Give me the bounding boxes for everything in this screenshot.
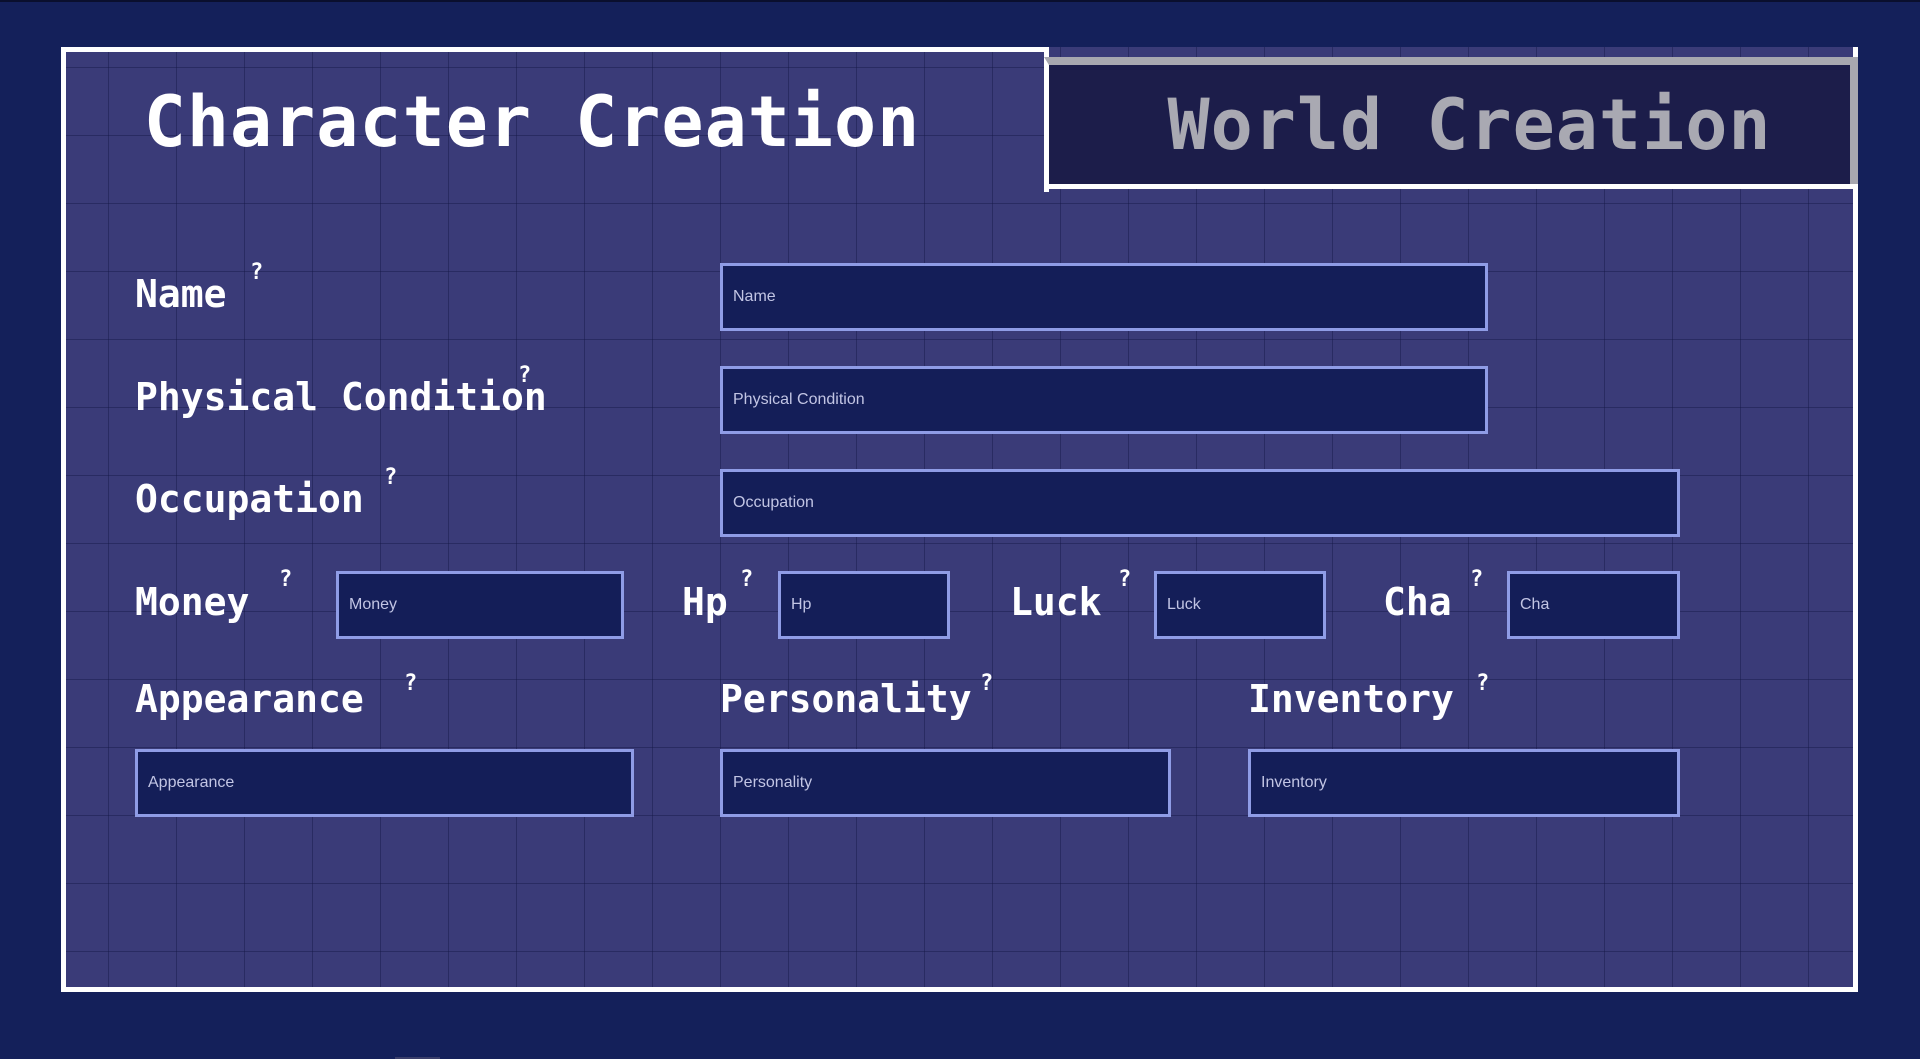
appearance-input[interactable] — [135, 749, 634, 817]
physical-condition-help-icon[interactable]: ? — [518, 365, 531, 387]
appearance-label: Appearance — [135, 677, 364, 721]
cha-help-icon[interactable]: ? — [1470, 569, 1483, 591]
cha-label: Cha — [1383, 580, 1452, 624]
luck-label: Luck — [1010, 580, 1102, 624]
money-label: Money — [135, 580, 250, 624]
hp-help-icon[interactable]: ? — [740, 569, 753, 591]
luck-input[interactable] — [1154, 571, 1326, 639]
physical-condition-input[interactable] — [720, 366, 1488, 434]
personality-help-icon[interactable]: ? — [980, 673, 993, 695]
tab-world-creation-label: World Creation — [1167, 83, 1772, 166]
name-input[interactable] — [720, 263, 1488, 331]
name-label: Name — [135, 272, 227, 316]
inventory-input[interactable] — [1248, 749, 1680, 817]
cha-input[interactable] — [1507, 571, 1680, 639]
occupation-label: Occupation — [135, 477, 364, 521]
money-help-icon[interactable]: ? — [279, 569, 292, 591]
hp-label: Hp — [682, 580, 728, 624]
tab-character-creation-label: Character Creation — [143, 81, 921, 163]
app-root: Character Creation World Creation Name ?… — [0, 0, 1920, 1059]
hp-input[interactable] — [778, 571, 950, 639]
occupation-input[interactable] — [720, 469, 1680, 537]
personality-label: Personality — [720, 677, 972, 721]
physical-condition-label: Physical Condition — [135, 375, 547, 419]
tab-world-creation[interactable]: World Creation — [1044, 57, 1858, 189]
appearance-help-icon[interactable]: ? — [404, 673, 417, 695]
personality-input[interactable] — [720, 749, 1171, 817]
luck-help-icon[interactable]: ? — [1118, 569, 1131, 591]
inventory-help-icon[interactable]: ? — [1476, 673, 1489, 695]
money-input[interactable] — [336, 571, 624, 639]
tab-character-creation[interactable]: Character Creation — [61, 47, 1049, 192]
occupation-help-icon[interactable]: ? — [384, 467, 397, 489]
panel-border-divider — [1049, 184, 1858, 189]
inventory-label: Inventory — [1248, 677, 1454, 721]
name-help-icon[interactable]: ? — [250, 262, 263, 284]
